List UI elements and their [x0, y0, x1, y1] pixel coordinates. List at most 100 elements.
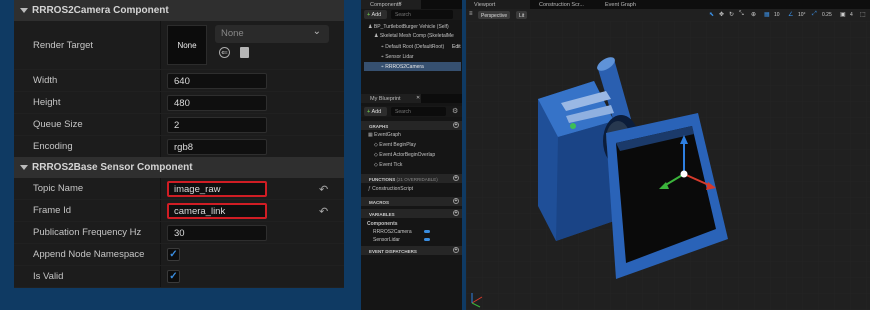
tree-item-camera-selected[interactable]: ⌖ RRROS2Camera [364, 62, 461, 71]
tab-my-blueprint[interactable]: My Blueprint [361, 94, 421, 103]
select-mode-icon[interactable]: ⬉ [709, 11, 714, 19]
viewport-scene[interactable] [466, 21, 870, 310]
queue-size-input[interactable]: 2 [167, 117, 267, 133]
browse-asset-icon[interactable] [240, 47, 249, 58]
event-item[interactable]: ◇ Event BeginPlay [374, 142, 416, 148]
category-label: FUNCTIONS [369, 176, 396, 182]
reset-to-default-icon[interactable]: ↶ [319, 183, 328, 196]
tree-item-default-root[interactable]: ⌖ Default Root (DefaultRoot) [381, 44, 444, 50]
scale-icon[interactable]: ⤡ [739, 11, 744, 19]
tab-event-graph[interactable]: Event Graph [598, 0, 636, 8]
append-namespace-checkbox[interactable]: ✓ [167, 248, 180, 261]
add-icon[interactable]: + [453, 198, 459, 204]
tab-label: My Blueprint [370, 95, 401, 102]
column-splitter [160, 114, 161, 135]
status-light-icon [570, 123, 576, 129]
render-target-row: Render Target None None ⌄ ⇐ [14, 21, 344, 70]
item-label: EventGraph [374, 132, 401, 138]
height-input[interactable]: 480 [167, 95, 267, 111]
variable-item[interactable]: SensorLidar [373, 237, 400, 243]
camera-speed-icon[interactable]: ▣ [840, 11, 846, 19]
variable-item[interactable]: RRROS2Camera [373, 229, 412, 235]
frame-id-input[interactable]: camera_link [167, 203, 267, 219]
use-selected-arrow-icon[interactable]: ⇐ [219, 47, 230, 58]
event-dispatchers-category[interactable]: EVENT DISPATCHERS + [361, 246, 462, 255]
graphs-category[interactable]: GRAPHS + [361, 121, 462, 130]
components-subcategory[interactable]: Components [367, 221, 398, 227]
lit-button[interactable]: Lit [516, 11, 528, 19]
world-space-icon[interactable]: ⊕ [751, 11, 756, 19]
encoding-input[interactable]: rgb8 [167, 139, 267, 155]
camera-speed-value[interactable]: 4 [850, 12, 853, 20]
append-namespace-label: Append Node Namespace [33, 249, 145, 260]
rotation-snap-value[interactable]: 10° [798, 12, 806, 20]
blueprint-side-panel: Components ✕ + Add Search ♟ BP_Turtlebot… [361, 0, 462, 310]
close-icon[interactable]: ✕ [416, 95, 420, 101]
add-icon[interactable]: + [453, 247, 459, 253]
scale-snap-icon[interactable]: ⤢ [812, 11, 817, 19]
event-graph-item[interactable]: ▦ EventGraph [368, 132, 401, 138]
rotate-icon[interactable]: ↻ [729, 11, 734, 19]
event-item[interactable]: ◇ Event Tick [374, 162, 402, 168]
perspective-button[interactable]: Perspective [478, 11, 511, 19]
tree-item-label: Sensor Lidar [385, 54, 414, 60]
add-icon[interactable]: + [453, 210, 459, 216]
translate-icon[interactable]: ✥ [719, 11, 724, 19]
grid-snap-icon[interactable]: ▦ [764, 11, 770, 19]
add-icon[interactable]: + [453, 122, 459, 128]
gear-icon[interactable]: ⚙ [452, 107, 458, 115]
is-valid-checkbox[interactable]: ✓ [167, 270, 180, 283]
dropdown-value: None [221, 28, 244, 39]
category-label: MACROS [369, 199, 389, 205]
add-icon[interactable]: + [453, 175, 459, 181]
reset-to-default-icon[interactable]: ↶ [319, 205, 328, 218]
tab-viewport[interactable]: Viewport [466, 0, 530, 9]
edit-link[interactable]: Edit [452, 44, 461, 50]
menu-icon[interactable]: ≡ [469, 11, 473, 19]
skeletal-mesh-icon: ♟ [374, 33, 379, 39]
sensor-component-section-header[interactable]: RRROS2Base Sensor Component [14, 157, 344, 178]
tab-components[interactable]: Components [361, 0, 421, 9]
functions-category[interactable]: FUNCTIONS (21 OVERRIDABLE) + [361, 174, 462, 183]
width-row: Width 640 [14, 70, 344, 92]
close-icon[interactable]: ✕ [398, 1, 402, 7]
viewport-tabbar: Viewport Construction Scr... Event Graph [466, 0, 870, 9]
render-target-thumbnail[interactable]: None [167, 25, 207, 65]
vehicle-icon: ♟ [368, 24, 373, 30]
tree-item-label: Default Root (DefaultRoot) [385, 44, 445, 50]
topic-name-input[interactable]: image_raw [167, 181, 267, 197]
variable-type-pill-icon [424, 238, 430, 241]
construction-script-item[interactable]: ƒ ConstructionScript [368, 186, 413, 192]
camera-component-section-header[interactable]: RRROS2Camera Component [14, 0, 344, 21]
macros-category[interactable]: MACROS + [361, 197, 462, 206]
add-component-button[interactable]: + Add [364, 10, 387, 19]
tree-item-sensor-lidar[interactable]: ⌖ Sensor Lidar [381, 54, 414, 60]
width-input[interactable]: 640 [167, 73, 267, 89]
chevron-down-icon: ⌄ [312, 26, 321, 37]
publication-frequency-label: Publication Frequency Hz [33, 227, 142, 238]
rotation-snap-icon[interactable]: ∠ [788, 11, 793, 19]
collapse-triangle-icon [20, 165, 28, 170]
grid-snap-value[interactable]: 10 [774, 12, 780, 20]
maximize-icon[interactable]: ⬚ [860, 11, 866, 19]
scale-snap-value[interactable]: 0.25 [822, 12, 832, 20]
width-label: Width [33, 75, 58, 86]
encoding-row: Encoding rgb8 [14, 136, 344, 158]
variables-category[interactable]: VARIABLES + [361, 209, 462, 218]
tree-item-skeletal-mesh[interactable]: ♟ Skeletal Mesh Comp (SkeletalMe [374, 33, 454, 39]
event-item[interactable]: ◇ Event ActorBeginOverlap [374, 152, 435, 158]
myblueprint-search-input[interactable]: Search [391, 107, 446, 116]
frame-id-label: Frame Id [33, 205, 72, 216]
details-panel: RRROS2Camera Component Render Target Non… [14, 0, 344, 288]
append-namespace-row: Append Node Namespace ✓ [14, 244, 344, 266]
add-member-button[interactable]: + Add [364, 107, 387, 116]
queue-size-label: Queue Size [33, 119, 83, 130]
column-splitter[interactable] [160, 21, 161, 69]
render-target-dropdown[interactable]: None ⌄ [215, 25, 329, 43]
category-label: VARIABLES [369, 211, 395, 217]
publication-frequency-input[interactable]: 30 [167, 225, 267, 241]
variable-type-pill-icon [424, 230, 430, 233]
components-search-input[interactable]: Search [391, 10, 453, 19]
tree-item-self[interactable]: ♟ BP_TurtlebotBurger Vehicle (Self) [368, 24, 449, 30]
tab-construction-script[interactable]: Construction Scr... [532, 0, 584, 8]
